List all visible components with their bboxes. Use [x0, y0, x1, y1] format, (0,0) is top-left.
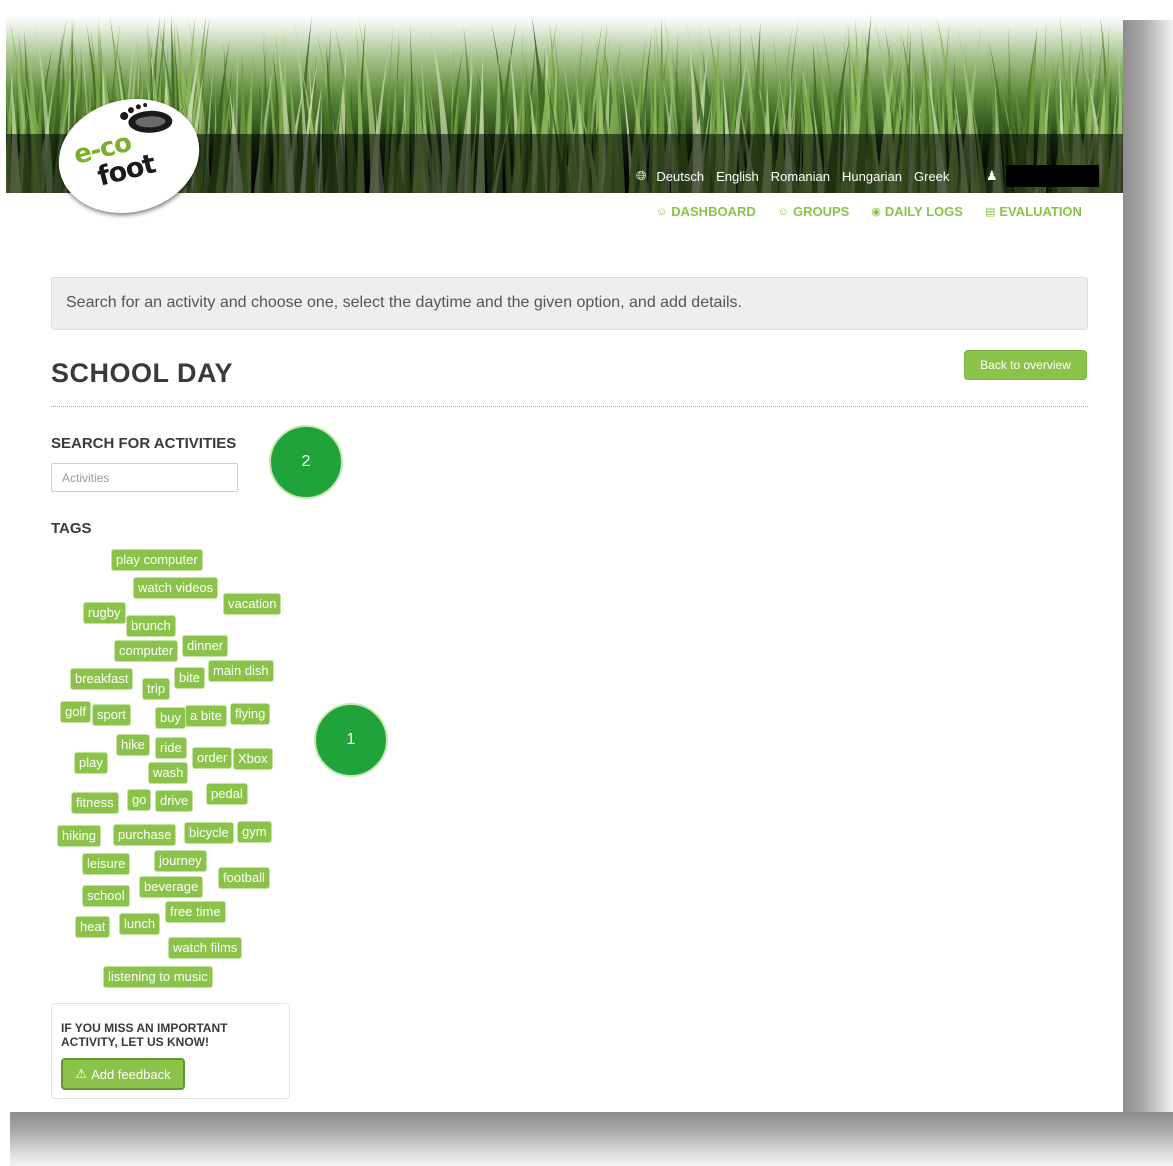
tag-item[interactable]: dinner: [182, 635, 229, 657]
tag-item[interactable]: heat: [75, 916, 111, 938]
tag-item[interactable]: trip: [142, 678, 171, 700]
tag-item[interactable]: listening to music: [103, 966, 213, 988]
tag-item[interactable]: beverage: [139, 876, 204, 898]
nav-groups[interactable]: ☺ GROUPS: [778, 204, 850, 219]
add-feedback-label: Add feedback: [91, 1066, 171, 1082]
tag-item[interactable]: order: [192, 747, 233, 769]
user-menu[interactable]: ♟: [986, 164, 1099, 188]
tag-item[interactable]: ride: [155, 737, 187, 759]
tag-item[interactable]: play computer: [111, 549, 203, 571]
activities-search-input[interactable]: [51, 463, 238, 492]
warning-icon: ⚠︎: [75, 1066, 88, 1081]
window-shadow-right: [1123, 20, 1173, 1166]
tag-item[interactable]: hike: [116, 734, 150, 756]
footstep-icon: ◉: [871, 206, 881, 218]
tag-item[interactable]: bicycle: [184, 822, 234, 844]
feedback-panel: IF YOU MISS AN IMPORTANT ACTIVITY, LET U…: [51, 1003, 290, 1099]
tag-item[interactable]: computer: [114, 640, 179, 662]
page-title: SCHOOL DAY: [51, 358, 234, 388]
tag-item[interactable]: fitness: [71, 792, 119, 814]
chart-icon: ▤: [984, 206, 996, 218]
tag-item[interactable]: purchase: [113, 824, 177, 846]
tag-item[interactable]: breakfast: [70, 668, 134, 690]
tag-item[interactable]: lunch: [119, 913, 161, 935]
page: e-co foot 🌐︎ Deutsch English Romanian Hu…: [6, 4, 1123, 1112]
lang-english[interactable]: English: [716, 169, 759, 184]
instruction-box: Search for an activity and choose one, s…: [51, 277, 1088, 330]
user-name-redacted: [1005, 165, 1099, 187]
nav-daily-logs[interactable]: ◉ DAILY LOGS: [871, 204, 963, 219]
nav-dashboard-label: DASHBOARD: [671, 204, 756, 219]
tag-item[interactable]: wash: [148, 762, 189, 784]
tag-item[interactable]: watch videos: [133, 577, 219, 599]
language-bar: 🌐︎ Deutsch English Romanian Hungarian Gr…: [636, 166, 949, 186]
lang-greek[interactable]: Greek: [914, 169, 949, 184]
tag-item[interactable]: flying: [230, 703, 271, 725]
nav-daily-logs-label: DAILY LOGS: [884, 204, 963, 219]
tag-item[interactable]: watch films: [168, 937, 243, 959]
search-activities-heading: SEARCH FOR ACTIVITIES: [51, 435, 237, 452]
lang-hungarian[interactable]: Hungarian: [842, 169, 902, 184]
tag-item[interactable]: bite: [174, 667, 205, 689]
nav-groups-label: GROUPS: [792, 204, 850, 219]
tag-item[interactable]: brunch: [126, 615, 176, 637]
tag-item[interactable]: school: [82, 885, 130, 907]
tag-item[interactable]: rugby: [83, 602, 126, 624]
tag-item[interactable]: football: [218, 867, 270, 889]
tag-item[interactable]: leisure: [82, 853, 131, 875]
tag-item[interactable]: free time: [165, 901, 226, 923]
annotation-marker-1: 1: [314, 703, 388, 777]
tag-item[interactable]: Xbox: [233, 748, 273, 770]
tag-item[interactable]: go: [127, 789, 152, 811]
tag-item[interactable]: buy: [155, 707, 186, 729]
tag-item[interactable]: hiking: [57, 825, 101, 847]
window-shadow-bottom: [10, 1112, 1173, 1166]
lang-deutsch[interactable]: Deutsch: [656, 169, 704, 184]
tag-item[interactable]: pedal: [206, 783, 248, 805]
tag-item[interactable]: play: [74, 752, 108, 774]
tag-item[interactable]: drive: [155, 790, 194, 812]
tag-item[interactable]: main dish: [208, 660, 274, 682]
add-feedback-button[interactable]: ⚠︎ Add feedback: [61, 1058, 185, 1090]
annotation-marker-2: 2: [269, 425, 343, 499]
tags-heading: TAGS: [51, 520, 92, 537]
tag-item[interactable]: a bite: [185, 705, 227, 727]
tag-item[interactable]: gym: [237, 821, 272, 843]
globe-icon: 🌐︎: [636, 168, 647, 183]
tag-item[interactable]: vacation: [223, 593, 282, 615]
user-icon: ♟: [986, 168, 998, 183]
feedback-prompt: IF YOU MISS AN IMPORTANT ACTIVITY, LET U…: [61, 1021, 228, 1049]
main-nav: ☺ DASHBOARD ☺ GROUPS ◉ DAILY LOGS ▤ EVAL…: [656, 204, 1082, 219]
back-to-overview-button[interactable]: Back to overview: [964, 350, 1087, 380]
tag-item[interactable]: journey: [154, 850, 207, 872]
nav-evaluation-label: EVALUATION: [999, 204, 1082, 219]
users-icon: ☺: [656, 205, 668, 218]
lang-romanian[interactable]: Romanian: [771, 169, 830, 184]
title-divider: [51, 406, 1088, 407]
nav-evaluation[interactable]: ▤ EVALUATION: [985, 204, 1082, 219]
tag-item[interactable]: sport: [92, 704, 131, 726]
nav-dashboard[interactable]: ☺ DASHBOARD: [656, 204, 756, 219]
tag-item[interactable]: golf: [60, 701, 91, 723]
group-icon: ☺: [777, 205, 789, 218]
